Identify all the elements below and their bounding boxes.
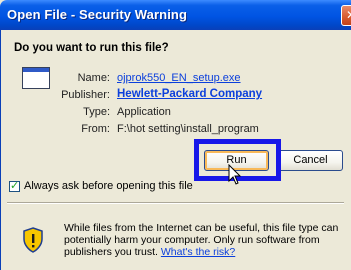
close-button[interactable] (341, 5, 351, 26)
cancel-button[interactable]: Cancel (278, 150, 343, 171)
always-ask-checkbox[interactable] (9, 179, 20, 192)
name-label: Name: (77, 72, 110, 84)
dialog-question: Do you want to run this file? (14, 42, 169, 54)
cursor-icon (228, 164, 242, 185)
whats-the-risk-link[interactable]: What's the risk? (161, 246, 235, 258)
warning-message: While files from the Internet can be use… (64, 222, 349, 258)
file-name-link[interactable]: ojprok550_EN_setup.exe (117, 72, 241, 84)
shield-warning-icon (23, 227, 43, 253)
from-label: From: (81, 123, 110, 135)
title-bar[interactable]: Open File - Security Warning (0, 0, 351, 30)
divider (7, 202, 344, 204)
window-title: Open File - Security Warning (7, 7, 188, 22)
publisher-label: Publisher: (61, 89, 110, 101)
from-value: F:\hot setting\install_program (117, 123, 259, 135)
type-label: Type: (83, 106, 110, 118)
publisher-link[interactable]: Hewlett-Packard Company (117, 88, 262, 100)
type-value: Application (117, 106, 171, 118)
always-ask-label[interactable]: Always ask before opening this file (24, 180, 193, 192)
